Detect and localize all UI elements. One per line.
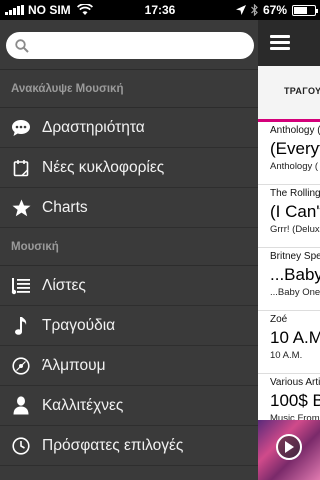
track-artist: Anthology (: [270, 125, 320, 136]
now-playing-artwork[interactable]: [258, 420, 320, 480]
status-bar: NO SIM 17:36 67%: [0, 0, 320, 20]
battery-percent: 67%: [262, 3, 287, 17]
music-note-icon: [0, 316, 42, 336]
track-artist: The Rolling: [270, 188, 320, 199]
menu-icon[interactable]: [270, 35, 290, 51]
bluetooth-icon: [251, 4, 258, 16]
sidebar-item-songs[interactable]: Τραγούδια: [0, 306, 258, 346]
sidebar-item-label: Άλμπουμ: [42, 356, 106, 374]
track-artist: Zoé: [270, 314, 288, 325]
album-disc-icon: [0, 356, 42, 375]
star-icon: [0, 199, 42, 217]
sidebar-item-label: Τραγούδια: [42, 316, 116, 334]
sidebar-item-recent[interactable]: Πρόσφατες επιλογές: [0, 426, 258, 466]
track-album: ...Baby One: [270, 287, 320, 298]
tab-songs[interactable]: ΤΡΑΓΟΥ: [284, 86, 320, 96]
location-arrow-icon: [235, 5, 246, 15]
status-right: 67%: [235, 3, 318, 17]
sidebar-menu: Ανακάλυψε Μουσική Δραστηριότητα Νέες κυκ…: [0, 20, 258, 480]
main-content: ΤΡΑΓΟΥ Anthology ( (Everyth Anthology ( …: [258, 20, 320, 480]
track-title: 10 A.M.: [270, 328, 320, 347]
list-item[interactable]: Britney Spe ...Baby ...Baby One: [258, 248, 320, 311]
track-title: ...Baby: [270, 265, 320, 284]
track-artist: Various Arti: [270, 377, 320, 388]
sidebar-item-label: Δραστηριότητα: [42, 118, 145, 136]
track-title: (Everyth: [270, 139, 320, 158]
play-button[interactable]: [276, 434, 302, 460]
playlist-icon: [0, 277, 42, 295]
section-header-discover: Ανακάλυψε Μουσική: [0, 70, 258, 108]
sidebar-item-charts[interactable]: Charts: [0, 188, 258, 228]
battery-fill: [294, 6, 308, 14]
person-icon: [0, 396, 42, 415]
sidebar-item-activity[interactable]: Δραστηριότητα: [0, 108, 258, 148]
sidebar-item-artists[interactable]: Καλλιτέχνες: [0, 386, 258, 426]
list-item[interactable]: Zoé 10 A.M. 10 A.M.: [258, 311, 320, 374]
play-icon: [285, 441, 294, 453]
track-title: (I Can't: [270, 202, 320, 221]
search-field[interactable]: [6, 32, 254, 59]
tab-bar: ΤΡΑΓΟΥ: [258, 66, 320, 122]
track-album: Grrr! (Delux: [270, 224, 320, 235]
search-input[interactable]: [6, 32, 254, 59]
list-item[interactable]: The Rolling (I Can't Grrr! (Delux: [258, 185, 320, 248]
speech-bubble-icon: [0, 119, 42, 137]
track-album: Anthology (: [270, 161, 319, 172]
calendar-icon: [0, 159, 42, 177]
sidebar-item-label: Λίστες: [42, 276, 86, 294]
sidebar-item-new-releases[interactable]: Νέες κυκλοφορίες: [0, 148, 258, 188]
top-bar: [258, 20, 320, 66]
sidebar-item-label: Νέες κυκλοφορίες: [42, 158, 165, 176]
sidebar-item-label: Charts: [42, 198, 88, 216]
battery-icon: [292, 4, 318, 16]
sidebar-item-playlists[interactable]: Λίστες: [0, 266, 258, 306]
list-item[interactable]: Anthology ( (Everyth Anthology (: [258, 122, 320, 185]
sidebar-item-label: Καλλιτέχνες: [42, 396, 124, 414]
sidebar-item-albums[interactable]: Άλμπουμ: [0, 346, 258, 386]
track-title: 100$ B: [270, 391, 320, 410]
search-bar: [0, 20, 258, 70]
section-header-music: Μουσική: [0, 228, 258, 266]
search-icon: [15, 39, 29, 53]
clock-icon: [0, 436, 42, 455]
sidebar-item-label: Πρόσφατες επιλογές: [42, 436, 184, 454]
track-album: 10 A.M.: [270, 350, 303, 361]
track-artist: Britney Spe: [270, 251, 320, 262]
